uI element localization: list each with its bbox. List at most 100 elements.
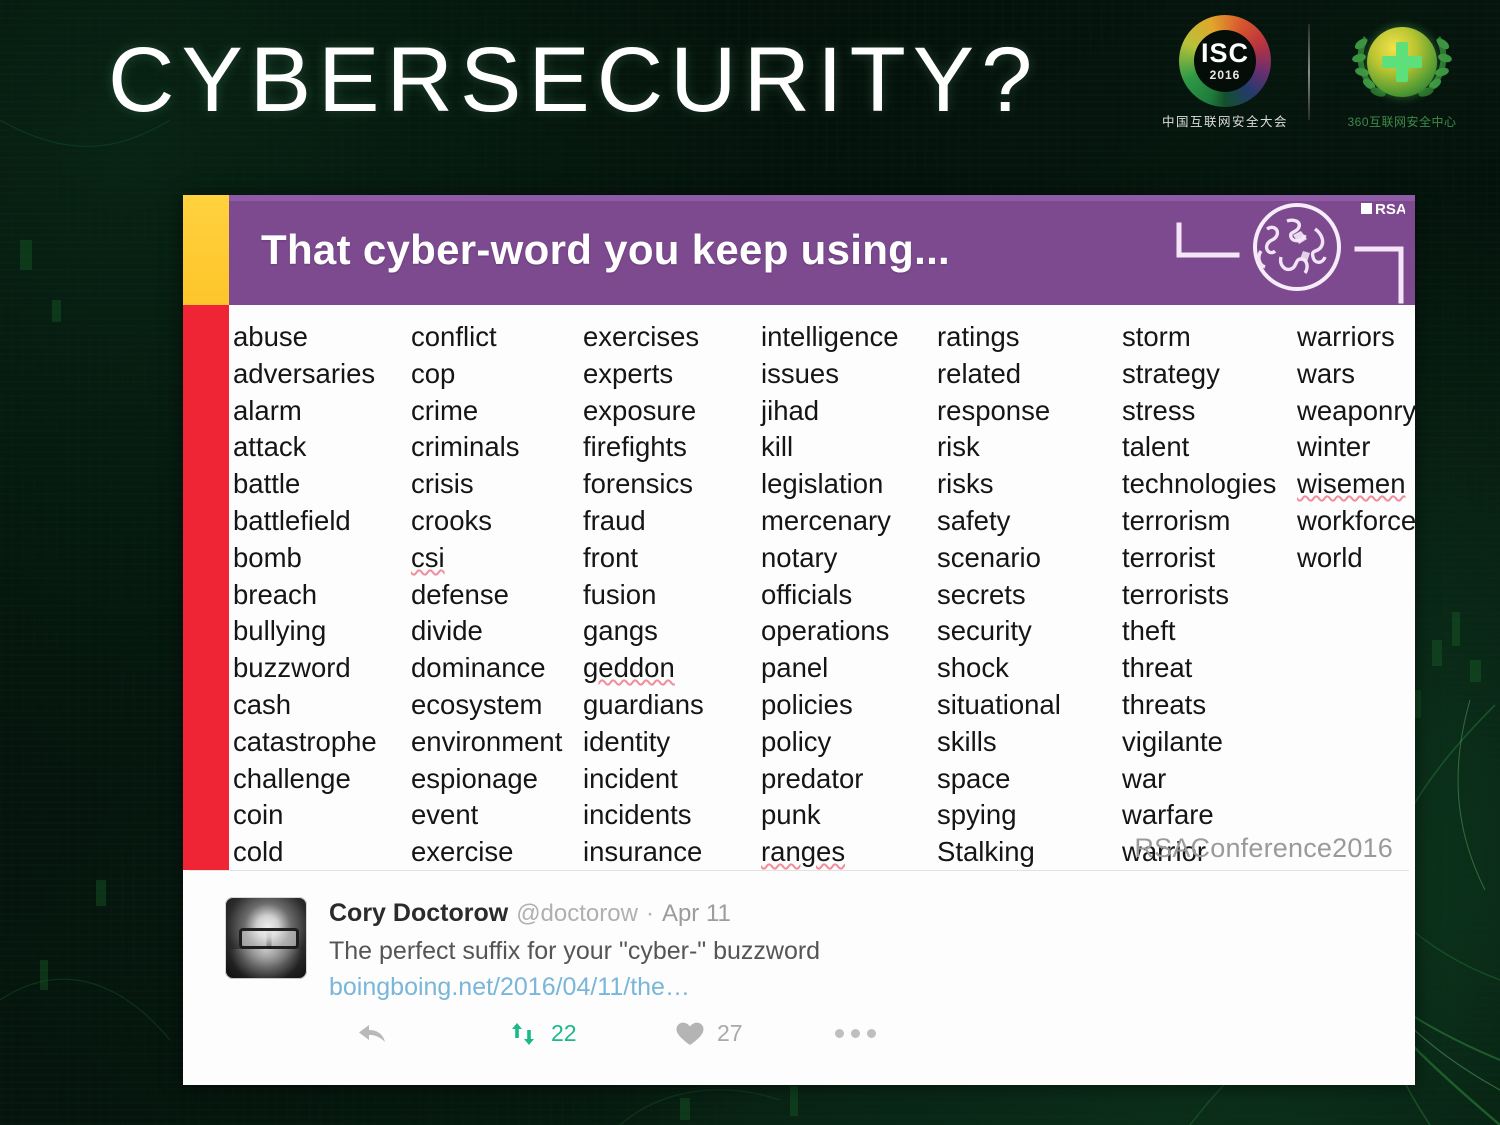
red-accent-rail — [183, 305, 229, 870]
tweet-text: The perfect suffix for your "cyber-" buz… — [329, 937, 821, 965]
word-item: cold — [233, 836, 284, 868]
cert360-chinese-label: 360互联网安全中心 — [1347, 115, 1457, 129]
isc-ring-icon: ISC 2016 — [1179, 14, 1271, 107]
word-item: wars — [1297, 357, 1356, 389]
tweet-link[interactable]: boingboing.net/2016/04/11/the… — [329, 973, 1387, 1002]
word-item: ratings — [937, 321, 1020, 352]
word-item: fusion — [583, 578, 657, 610]
avatar — [225, 897, 307, 979]
word-item: policy — [761, 725, 832, 757]
tweet-action-bar: 22 27 — [357, 1020, 1387, 1047]
word-item: terrorism — [1122, 504, 1231, 536]
word-item: cop — [411, 357, 456, 389]
word-item: crime — [411, 394, 479, 426]
word-item: weaponry — [1297, 394, 1417, 426]
tweet-author-name[interactable]: Cory Doctorow — [329, 899, 508, 928]
word-item: space — [937, 762, 1011, 794]
word-item: geddon — [583, 652, 675, 684]
word-column: exercises experts exposure firefights forens… — [583, 319, 761, 871]
word-item: identity — [583, 725, 671, 757]
word-item: crisis — [411, 468, 474, 500]
embedded-slide-card: That cyber-word you keep using... RSA ab… — [183, 195, 1416, 1085]
word-item: challenge — [233, 762, 351, 794]
word-item: conflict — [411, 321, 497, 352]
word-item: adversaries — [233, 357, 376, 389]
like-button[interactable]: 27 — [675, 1020, 835, 1047]
word-item: criminals — [411, 431, 520, 463]
word-item: response — [937, 394, 1051, 426]
word-item: battlefield — [233, 504, 351, 536]
isc-acronym: ISC — [1200, 38, 1249, 68]
word-item: event — [411, 799, 479, 831]
word-item: ranges — [761, 836, 846, 868]
shield-cross-laurel-icon — [1348, 14, 1456, 110]
tweet-date[interactable]: Apr 11 — [662, 900, 731, 928]
word-item: alarm — [233, 394, 302, 426]
cert360-logo: 360互联网安全中心 — [1326, 14, 1478, 130]
word-item: issues — [761, 357, 839, 389]
word-item: predator — [761, 762, 864, 794]
like-count: 27 — [717, 1020, 743, 1047]
word-item: experts — [583, 357, 674, 389]
word-item: storm — [1122, 321, 1191, 352]
word-item: officials — [761, 578, 853, 610]
more-options-button[interactable] — [835, 1029, 876, 1039]
word-item: safety — [937, 504, 1011, 536]
word-item: guardians — [583, 688, 704, 720]
isc-year: 2016 — [1209, 68, 1241, 82]
word-item: war — [1122, 762, 1167, 794]
cross-icon — [1382, 42, 1422, 82]
word-item: buzzword — [233, 652, 351, 684]
word-item: exercises — [583, 321, 700, 352]
word-item: exercise — [411, 836, 514, 868]
globe-badge-icon — [1367, 27, 1437, 97]
word-item: skills — [937, 725, 997, 757]
word-item: legislation — [761, 468, 884, 500]
logo-bar: ISC 2016 中国互联网安全大会 360互联网安全中心 — [1158, 14, 1478, 130]
word-item: wisemen — [1297, 468, 1406, 500]
word-item: fraud — [583, 504, 646, 536]
page-title: CYBERSECURITY? — [108, 29, 1040, 131]
word-item: threats — [1122, 688, 1207, 720]
word-column: ratings related response risk risks safety sce… — [937, 319, 1122, 871]
word-item: catastrophe — [233, 725, 377, 757]
word-item: crooks — [411, 504, 492, 536]
word-item: divide — [411, 615, 483, 647]
word-item: firefights — [583, 431, 687, 463]
logo-divider — [1308, 24, 1310, 120]
word-item: threat — [1122, 652, 1193, 684]
word-item: vigilante — [1122, 725, 1223, 757]
reply-button[interactable] — [357, 1022, 507, 1046]
word-column: abuse adversaries alarm attack battle battlef… — [233, 319, 411, 871]
tweet-handle[interactable]: @doctorow — [516, 900, 638, 928]
isc-chinese-label: 中国互联网安全大会 — [1161, 114, 1288, 129]
word-item: gangs — [583, 615, 658, 647]
word-item: stress — [1122, 394, 1196, 426]
more-dots-icon — [835, 1029, 876, 1039]
word-item: secrets — [937, 578, 1026, 610]
tweet-header: Cory Doctorow @doctorow · Apr 11 — [329, 899, 1387, 928]
word-item: dominance — [411, 652, 546, 684]
word-item: operations — [761, 615, 890, 647]
word-column: storm strategy stress talent technologies ter… — [1122, 319, 1297, 871]
word-item: risks — [937, 468, 994, 500]
word-item: jihad — [761, 394, 820, 426]
word-column: intelligence issues jihad kill legislation me… — [761, 319, 937, 871]
word-item: related — [937, 357, 1022, 389]
word-item: exposure — [583, 394, 697, 426]
tweet-embed: Cory Doctorow @doctorow · Apr 11 The per… — [183, 871, 1415, 1064]
word-item: warriors — [1297, 321, 1395, 352]
word-item: cash — [233, 688, 292, 720]
word-item: coin — [233, 799, 284, 831]
word-item: scenario — [937, 541, 1041, 573]
word-item: warfare — [1122, 799, 1214, 831]
word-item: abuse — [233, 321, 308, 352]
word-item: terrorists — [1122, 578, 1229, 610]
retweet-count: 22 — [551, 1020, 577, 1047]
retweet-button[interactable]: 22 — [507, 1020, 675, 1047]
word-item: csi — [411, 541, 445, 573]
heart-icon — [676, 1022, 704, 1045]
banner-title: That cyber-word you keep using... — [261, 226, 951, 273]
word-item: kill — [761, 431, 794, 463]
word-item: policies — [761, 688, 853, 720]
